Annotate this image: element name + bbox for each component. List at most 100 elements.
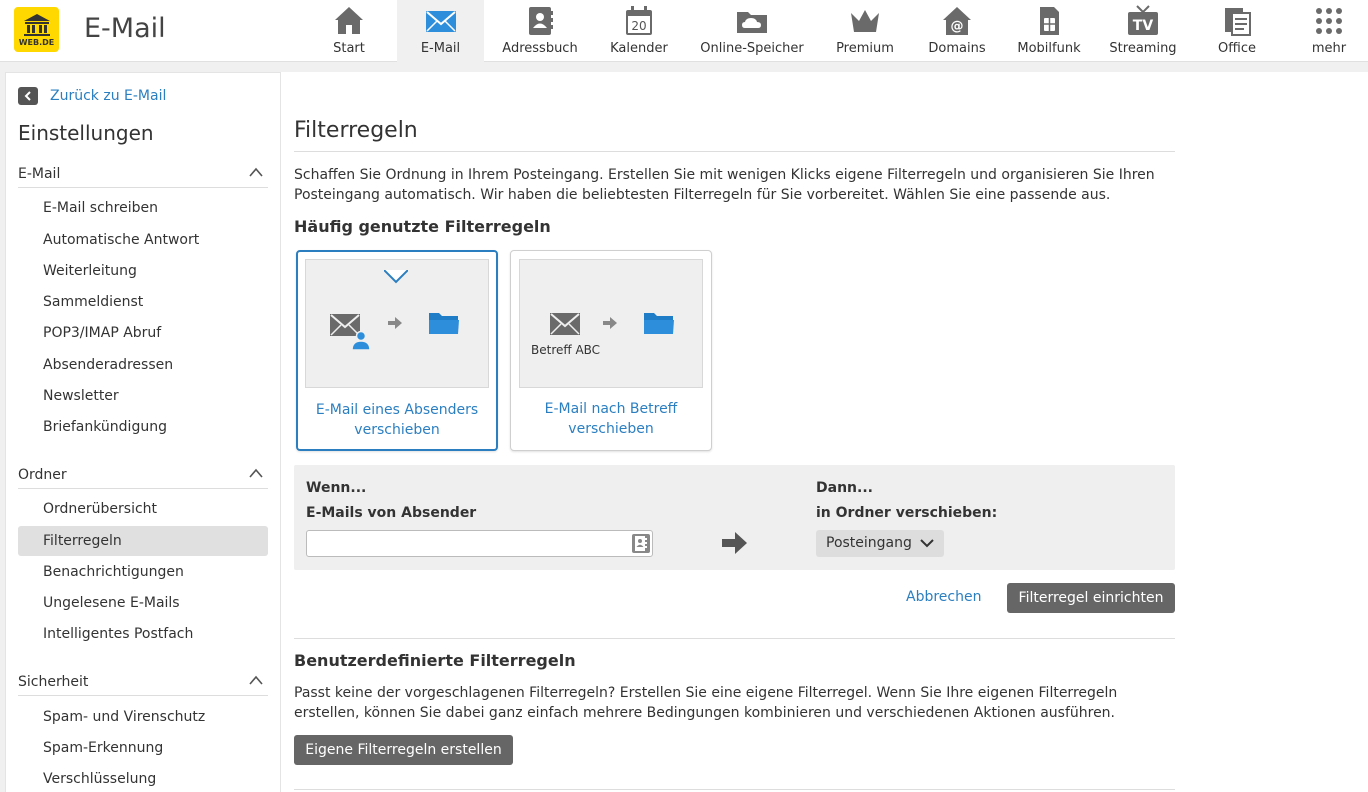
nav-mehr[interactable]: mehr — [1294, 0, 1364, 62]
nav-label: E-Mail — [420, 41, 461, 56]
card-label: E-Mail eines Absenders verschieben — [315, 402, 479, 438]
sidebar-item-sammeldienst[interactable]: Sammeldienst — [18, 287, 268, 317]
at-home-icon: @ — [943, 7, 971, 35]
custom-rules-text: Passt keine der vorgeschlagenen Filterre… — [294, 685, 1118, 721]
nav-label: Domains — [928, 41, 986, 56]
svg-text:TV: TV — [1133, 18, 1154, 34]
custom-rules-heading: Benutzerdefinierte Filterregeln — [294, 651, 576, 670]
sidebar-item-ungelesene-emails[interactable]: Ungelesene E-Mails — [18, 588, 268, 618]
envelope-icon — [425, 11, 456, 32]
bottom-divider — [294, 789, 1175, 790]
back-to-email-link[interactable]: Zurück zu E-Mail — [18, 87, 166, 105]
svg-text:@: @ — [951, 19, 964, 34]
then-sub-label: in Ordner verschieben: — [816, 505, 998, 521]
chevron-up-icon — [249, 675, 263, 685]
create-filter-button[interactable]: Filterregel einrichten — [1007, 583, 1175, 613]
subject-sample-label: Betreff ABC — [531, 343, 601, 357]
sidebar-item-pop3-imap[interactable]: POP3/IMAP Abruf — [18, 318, 268, 348]
crown-icon — [851, 10, 879, 32]
nav-mobilfunk[interactable]: Mobilfunk — [1010, 0, 1088, 62]
nav-premium[interactable]: Premium — [826, 0, 904, 62]
filter-config-panel: Wenn... E-Mails von Absender Dann... in … — [294, 465, 1175, 570]
folder-icon — [644, 313, 674, 334]
sender-input-wrapper — [306, 530, 653, 557]
arrow-right-icon — [603, 317, 617, 329]
folder-select-value: Posteingang — [826, 535, 912, 551]
sidebar-item-intelligentes-postfach[interactable]: Intelligentes Postfach — [18, 619, 268, 649]
back-link-label: Zurück zu E-Mail — [50, 88, 167, 104]
nav-label: Kalender — [610, 41, 668, 56]
nav-online-speicher[interactable]: Online-Speicher — [692, 0, 812, 62]
sidebar-item-email-schreiben[interactable]: E-Mail schreiben — [18, 193, 268, 223]
if-label: Wenn... — [306, 480, 367, 496]
nav-office[interactable]: Office — [1200, 0, 1274, 62]
sidebar-item-filterregeln[interactable]: Filterregeln — [18, 526, 268, 556]
nav-streaming[interactable]: TV Streaming — [1100, 0, 1186, 62]
cloud-folder-icon — [737, 12, 767, 33]
envelope-icon — [550, 313, 580, 335]
rule-card-subject[interactable]: Betreff ABC E-Mail nach Betreff verschie… — [510, 250, 712, 451]
nav-label: Online-Speicher — [700, 41, 804, 56]
sidebar-section-ordner[interactable]: Ordner — [18, 465, 268, 489]
section-label: Sicherheit — [18, 674, 89, 690]
arrow-right-icon — [722, 532, 747, 554]
calendar-icon: 20 — [626, 6, 652, 35]
nav-label: Adressbuch — [502, 41, 578, 56]
nav-label: Premium — [836, 41, 894, 56]
settings-sidebar: Zurück zu E-Mail Einstellungen E-Mail E-… — [5, 72, 281, 792]
folder-icon — [429, 313, 459, 334]
sidebar-section-email[interactable]: E-Mail — [18, 164, 268, 188]
arrow-right-icon — [388, 317, 402, 329]
create-custom-filter-button[interactable]: Eigene Filterregeln erstellen — [294, 735, 513, 765]
sidebar-item-automatische-antwort[interactable]: Automatische Antwort — [18, 225, 268, 255]
sidebar-item-newsletter[interactable]: Newsletter — [18, 381, 268, 411]
nav-email[interactable]: E-Mail — [397, 0, 484, 62]
nav-label: Mobilfunk — [1017, 41, 1081, 56]
intro-text: Schaffen Sie Ordnung in Ihrem Posteingan… — [294, 167, 1155, 203]
sidebar-item-spam-virenschutz[interactable]: Spam- und Virenschutz — [18, 702, 268, 732]
nav-domains[interactable]: @ Domains — [918, 0, 996, 62]
title-divider — [294, 151, 1175, 152]
nav-start[interactable]: Start — [305, 0, 393, 62]
tv-icon: TV — [1128, 5, 1158, 35]
home-icon — [335, 7, 363, 34]
sidebar-item-benachrichtigungen[interactable]: Benachrichtigungen — [18, 557, 268, 587]
sidebar-item-weiterleitung[interactable]: Weiterleitung — [18, 256, 268, 286]
office-document-icon — [1225, 8, 1251, 36]
sidebar-item-spam-erkennung[interactable]: Spam-Erkennung — [18, 733, 268, 763]
then-label: Dann... — [816, 480, 873, 496]
card-illustration: Betreff ABC — [519, 259, 703, 388]
if-sub-label: E-Mails von Absender — [306, 505, 477, 521]
sidebar-item-absenderadressen[interactable]: Absenderadressen — [18, 350, 268, 380]
address-book-icon — [529, 7, 553, 35]
sidebar-item-briefankuendigung[interactable]: Briefankündigung — [18, 412, 268, 442]
logo-text: WEB.DE — [18, 37, 55, 47]
app-title: E-Mail — [84, 13, 166, 44]
sidebar-title: Einstellungen — [18, 121, 154, 145]
contact-picker-icon[interactable] — [632, 534, 650, 553]
nav-label: mehr — [1311, 41, 1347, 56]
back-chevron-icon — [18, 87, 38, 105]
sender-input[interactable] — [307, 531, 625, 556]
sidebar-item-ordneruebersicht[interactable]: Ordnerübersicht — [18, 494, 268, 524]
sim-card-icon — [1040, 7, 1059, 35]
section-label: E-Mail — [18, 166, 61, 182]
nav-kalender[interactable]: 20 Kalender — [598, 0, 680, 62]
nav-label: Start — [333, 41, 365, 56]
cancel-button[interactable]: Abbrechen — [906, 589, 981, 605]
folder-select[interactable]: Posteingang — [816, 530, 944, 557]
section-divider — [294, 638, 1175, 639]
webde-logo[interactable]: WEB.DE — [14, 7, 59, 52]
person-icon — [351, 330, 371, 350]
common-rules-heading: Häufig genutzte Filterregeln — [294, 217, 551, 236]
sidebar-item-verschluesselung[interactable]: Verschlüsselung — [18, 764, 268, 792]
sidebar-section-sicherheit[interactable]: Sicherheit — [18, 672, 268, 696]
grid-dots-icon — [1316, 8, 1342, 34]
chevron-up-icon — [249, 167, 263, 177]
logo-building-icon — [23, 13, 50, 36]
main-content: Filterregeln Schaffen Sie Ordnung in Ihr… — [281, 72, 1368, 792]
chevron-up-icon — [249, 468, 263, 478]
nav-label: Office — [1218, 41, 1256, 56]
nav-adressbuch[interactable]: Adressbuch — [496, 0, 584, 62]
nav-label: Streaming — [1109, 41, 1177, 56]
